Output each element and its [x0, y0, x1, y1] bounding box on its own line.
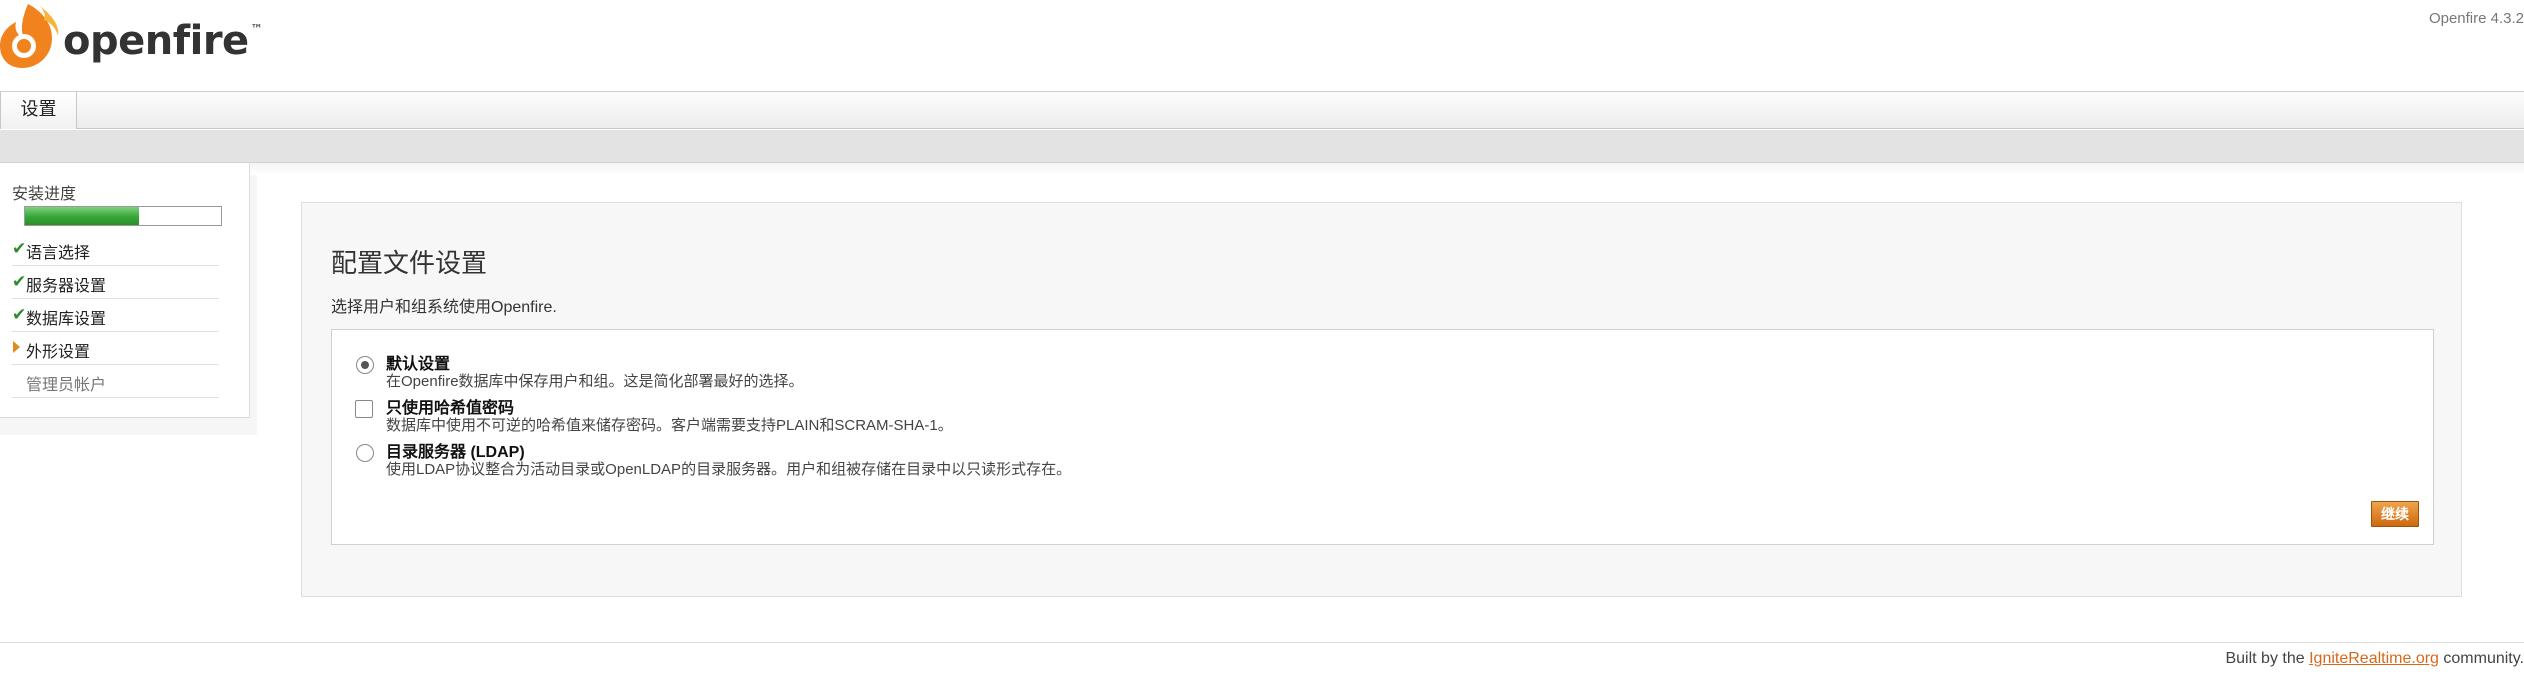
option-description: 使用LDAP协议整合为活动目录或OpenLDAP的目录服务器。用户和组被存储在目…	[386, 461, 1072, 478]
version-label: Openfire 4.3.2	[2428, 10, 2524, 27]
continue-button[interactable]: 继续	[2371, 501, 2419, 527]
footer-prefix: Built by the	[2225, 650, 2310, 667]
hashed-passwords-checkbox[interactable]	[355, 400, 373, 418]
igniterealtime-link[interactable]: IgniteRealtime.org	[2309, 650, 2439, 667]
ldap-radio[interactable]	[356, 444, 374, 462]
step-profile: 外形设置	[12, 332, 219, 365]
progress-bar	[24, 206, 222, 226]
step-label: 外形设置	[26, 344, 91, 361]
option-description: 在Openfire数据库中保存用户和组。这是简化部署最好的选择。	[386, 373, 804, 390]
step-label: 服务器设置	[26, 278, 107, 295]
step-admin-account: 管理员帐户	[12, 365, 219, 398]
default-settings-radio[interactable]	[356, 356, 374, 374]
openfire-logo[interactable]: openfire ™	[0, 0, 263, 72]
progress-fill	[25, 207, 139, 225]
tab-settings[interactable]: 设置	[0, 92, 77, 129]
profile-options-box: 默认设置 在Openfire数据库中保存用户和组。这是简化部署最好的选择。 只使…	[331, 329, 2434, 545]
flame-icon	[0, 4, 59, 68]
main-panel: 配置文件设置 选择用户和组系统使用Openfire. 默认设置 在Openfir…	[301, 202, 2462, 597]
progress-label: 安装进度	[12, 186, 77, 203]
header: openfire ™ Openfire 4.3.2	[0, 0, 2524, 92]
sub-navigation-bar	[0, 130, 2524, 163]
footer-text: Built by the IgniteRealtime.org communit…	[2225, 650, 2524, 668]
page-description: 选择用户和组系统使用Openfire.	[331, 299, 557, 316]
tab-bar: 设置	[0, 92, 2524, 129]
step-label: 语言选择	[26, 245, 91, 262]
step-label: 管理员帐户	[26, 377, 107, 394]
option-description: 数据库中使用不可逆的哈希值来储存密码。客户端需要支持PLAIN和SCRAM-SH…	[386, 417, 953, 434]
setup-progress-panel: 安装进度 ✔ 语言选择 ✔ 服务器设置 ✔ 数据库设置 外形设置 管理员帐户	[0, 163, 250, 418]
content-divider	[250, 163, 2524, 175]
sidebar: 安装进度 ✔ 语言选择 ✔ 服务器设置 ✔ 数据库设置 外形设置 管理员帐户	[0, 163, 257, 435]
logo-text: openfire ™	[63, 18, 263, 64]
step-label: 数据库设置	[26, 311, 107, 328]
step-language: ✔ 语言选择	[12, 233, 219, 266]
step-server: ✔ 服务器设置	[12, 266, 219, 299]
page-title: 配置文件设置	[331, 248, 488, 278]
step-database: ✔ 数据库设置	[12, 299, 219, 332]
footer-divider	[0, 642, 2524, 643]
footer-suffix: community.	[2438, 650, 2524, 667]
